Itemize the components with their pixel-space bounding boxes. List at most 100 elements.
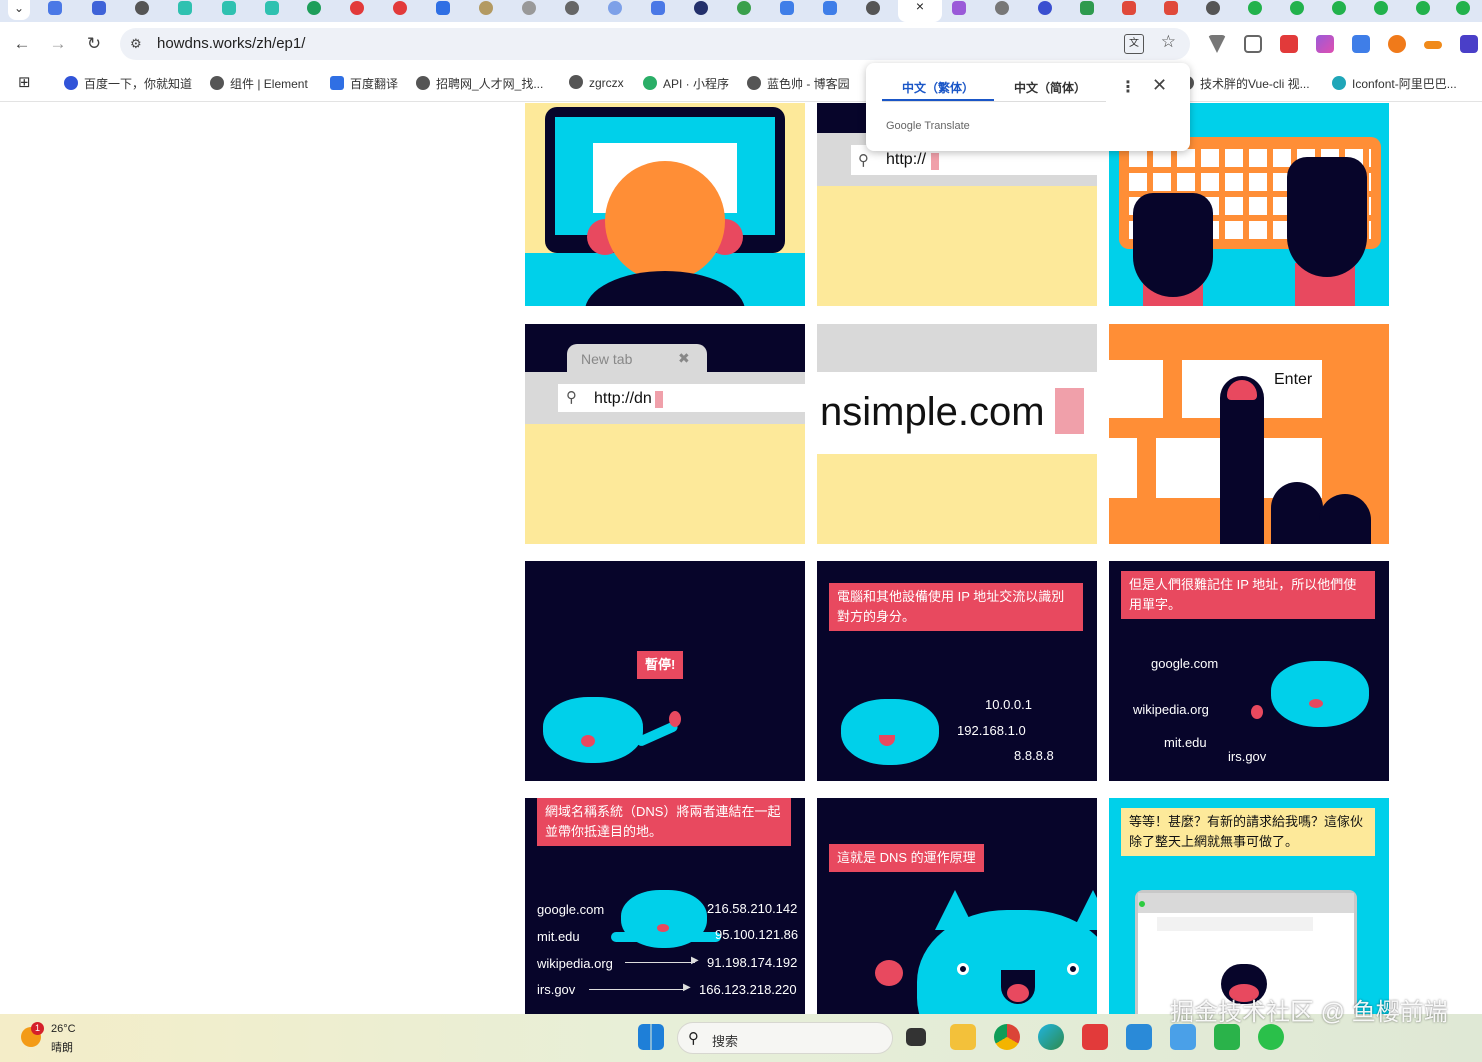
left-hand (1133, 193, 1213, 297)
close-icon[interactable]: ✕ (1152, 75, 1167, 96)
vscode-icon[interactable] (1126, 1024, 1152, 1050)
tab-favicon[interactable] (1290, 1, 1304, 15)
bookmark-item[interactable]: 百度翻译 (330, 75, 398, 92)
tab-favicon[interactable] (651, 1, 665, 15)
notepad-icon[interactable] (1170, 1024, 1196, 1050)
extension-icon[interactable] (1280, 35, 1298, 53)
tab-favicon[interactable] (265, 1, 279, 15)
person-head (605, 161, 725, 281)
extension-icon[interactable] (1460, 35, 1478, 53)
tab-favicon[interactable] (1080, 1, 1094, 15)
tab-favicon[interactable] (436, 1, 450, 15)
extension-icon[interactable] (1208, 35, 1226, 53)
mapping-domain: mit.edu (537, 929, 580, 944)
speech-bubble: 等等！甚麼？有新的請求給我嗎？這傢伙除了整天上網就無事可做了。 (1121, 808, 1375, 856)
translate-icon[interactable]: 文 (1124, 34, 1144, 54)
tab-favicon[interactable] (694, 1, 708, 15)
tab-favicon[interactable] (135, 1, 149, 15)
apps-grid-icon[interactable]: ⊞ (18, 73, 31, 91)
comic-panel-words: 但是人們很難記住 IP 地址，所以他們使用單字。 google.com wiki… (1109, 561, 1389, 781)
tab-favicon[interactable] (92, 1, 106, 15)
tab-favicon[interactable] (1374, 1, 1388, 15)
bookmark-item[interactable]: zgrczx (569, 75, 624, 90)
tab-favicon[interactable] (1456, 1, 1470, 15)
bookmark-favicon-icon (64, 76, 78, 90)
bookmark-item[interactable]: 组件 | Element (210, 75, 308, 92)
bookmark-item[interactable]: 蓝色帅 - 博客园 (747, 75, 850, 92)
tab-favicon[interactable] (222, 1, 236, 15)
extension-icon[interactable] (1352, 35, 1370, 53)
tab-favicon[interactable] (565, 1, 579, 15)
browser-urlbar (1157, 917, 1313, 931)
tab-favicon[interactable] (307, 1, 321, 15)
netease-music-icon[interactable] (1082, 1024, 1108, 1050)
tab-search-dropdown[interactable]: ⌄ (8, 0, 30, 20)
taskbar-search[interactable]: ⚲ 搜索 (677, 1022, 893, 1054)
more-options-icon[interactable]: ⋮ (1120, 77, 1136, 97)
tab-favicon[interactable] (1206, 1, 1220, 15)
tab-simplified-chinese[interactable]: 中文（简体） (994, 79, 1106, 96)
cat-mouth (657, 924, 669, 932)
tab-favicon[interactable] (1122, 1, 1136, 15)
tab-favicon[interactable] (393, 1, 407, 15)
tab-favicon[interactable] (737, 1, 751, 15)
comic-panel-person-at-computer (525, 103, 805, 306)
comic-panel-ip-intro: 電腦和其他設備使用 IP 地址交流以識別對方的身分。 10.0.0.1 192.… (817, 561, 1097, 781)
windows-start-icon[interactable] (638, 1024, 664, 1050)
wechat-icon[interactable] (1258, 1024, 1284, 1050)
bookmark-item[interactable]: API · 小程序 (643, 75, 729, 92)
tab-favicon[interactable] (479, 1, 493, 15)
bookmark-item[interactable]: 技术胖的Vue-cli 视... (1180, 75, 1310, 92)
bookmark-star-icon[interactable]: ☆ (1161, 32, 1176, 52)
chrome-icon[interactable] (994, 1024, 1020, 1050)
edge-icon[interactable] (1038, 1024, 1064, 1050)
extension-icon[interactable] (1244, 35, 1262, 53)
mapping-ip: 216.58.210.142 (707, 901, 798, 916)
tab-favicon[interactable] (522, 1, 536, 15)
tab-favicon[interactable] (1416, 1, 1430, 15)
forward-arrow-icon[interactable]: → (48, 34, 68, 54)
key (1109, 360, 1163, 418)
domain-name: google.com (1151, 656, 1219, 671)
tab-favicon[interactable] (995, 1, 1009, 15)
tab-favicon[interactable] (1038, 1, 1052, 15)
tab-favicon[interactable] (1332, 1, 1346, 15)
bookmarks-bar: ⊞ 百度一下，你就知道 组件 | Element 百度翻译 招聘网_人才网_找.… (0, 66, 1482, 102)
ip-address: 192.168.1.0 (957, 723, 1026, 738)
tab-favicon[interactable] (780, 1, 794, 15)
site-info-icon[interactable]: ⚙ (130, 36, 142, 52)
tab-favicon[interactable] (952, 1, 966, 15)
bookmark-item[interactable]: 百度一下，你就知道 (64, 75, 192, 92)
pause-text: 暫停! (645, 657, 676, 672)
extension-icon[interactable] (1316, 35, 1334, 53)
extension-icon[interactable] (1424, 41, 1442, 49)
task-view-icon[interactable] (906, 1028, 926, 1046)
tab-favicon[interactable] (1248, 1, 1262, 15)
tab-favicon[interactable] (1164, 1, 1178, 15)
tab-favicon[interactable] (178, 1, 192, 15)
reload-icon[interactable]: ↻ (84, 34, 104, 54)
hbuilder-icon[interactable] (1214, 1024, 1240, 1050)
bookmark-item[interactable]: 招聘网_人才网_找... (416, 75, 543, 92)
url-text[interactable]: howdns.works/zh/ep1/ (157, 35, 305, 52)
hard-to-remember-text: 但是人們很難記住 IP 地址，所以他們使用單字。 (1129, 577, 1357, 612)
tab-favicon[interactable] (608, 1, 622, 15)
cat-paw (669, 711, 681, 727)
address-bar[interactable]: ⚙ howdns.works/zh/ep1/ 文 ☆ (120, 28, 1190, 60)
file-explorer-icon[interactable] (950, 1024, 976, 1050)
weather-widget[interactable]: 1 (18, 1022, 148, 1056)
back-arrow-icon[interactable]: ← (12, 34, 32, 54)
tab-favicon[interactable] (350, 1, 364, 15)
bookmark-item[interactable]: Iconfont-阿里巴巴... (1332, 75, 1457, 92)
tab-traditional-chinese[interactable]: 中文（繁体） (882, 79, 994, 96)
comic-panel-dns-connects: 網域名稱系統（DNS）將兩者連結在一起並帶你抵達目的地。 google.com … (525, 798, 805, 1014)
tab-close-icon: ✖ (678, 350, 690, 366)
tab-favicon[interactable] (48, 1, 62, 15)
tab-close-icon[interactable]: × (916, 0, 924, 14)
tab-favicon[interactable] (866, 1, 880, 15)
cat-paw (875, 960, 903, 986)
active-tab[interactable]: × (898, 0, 942, 22)
browser-toolbar: ← → ↻ ⚙ howdns.works/zh/ep1/ 文 ☆ (0, 22, 1482, 66)
tab-favicon[interactable] (823, 1, 837, 15)
extension-icon[interactable] (1388, 35, 1406, 53)
